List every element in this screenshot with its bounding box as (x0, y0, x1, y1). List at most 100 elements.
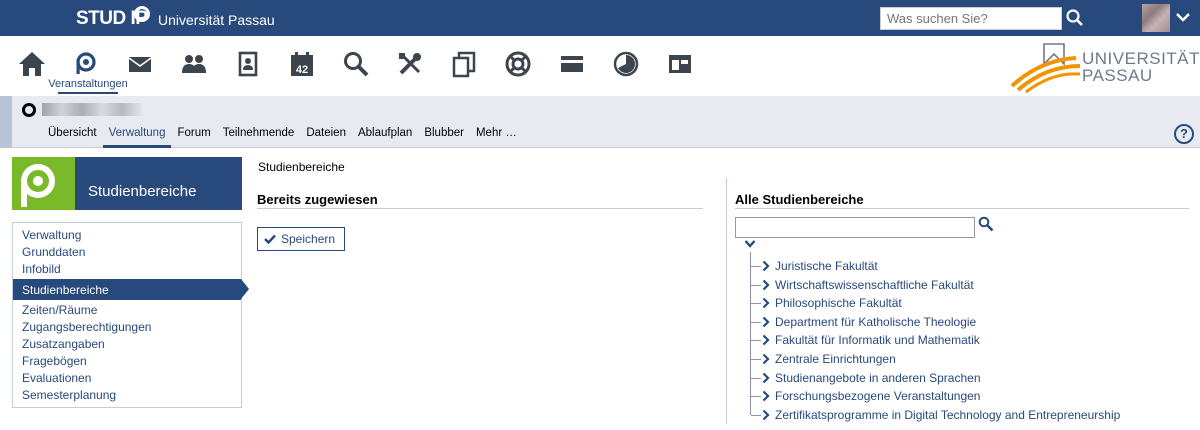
tree-connector (751, 377, 761, 379)
tree-item[interactable]: Studienangebote in anderen Sprachen (751, 369, 1191, 387)
community-icon[interactable] (180, 50, 208, 78)
tree-connector (751, 321, 761, 323)
chevron-right-icon[interactable] (762, 390, 770, 402)
tab-uebersicht[interactable]: Übersicht (42, 126, 103, 148)
tree-connector (751, 284, 761, 286)
chevron-right-icon[interactable] (762, 372, 770, 384)
calendar-day-text: 42 (296, 64, 308, 76)
tree-item[interactable]: Juristische Fakultät (751, 257, 1191, 275)
tab-forum[interactable]: Forum (171, 126, 216, 148)
chevron-right-icon[interactable] (762, 279, 770, 291)
course-title-redacted (42, 103, 142, 116)
sidebar-item-evaluationen[interactable]: Evaluationen (22, 371, 91, 385)
layout-icon[interactable] (666, 50, 694, 78)
tree-item[interactable]: Philosophische Fakultät (751, 294, 1191, 312)
chevron-right-icon[interactable] (762, 297, 770, 309)
main-navigation: 42 Veranstaltungen UNIVERSITÄT PASSAU (0, 36, 1200, 96)
avatar[interactable] (1142, 4, 1170, 32)
tab-mehr[interactable]: Mehr … (470, 126, 523, 148)
calendar-icon[interactable]: 42 (288, 50, 316, 78)
save-button-label: Speichern (281, 232, 336, 246)
tree-connector (751, 266, 761, 267)
profile-icon[interactable] (234, 50, 262, 78)
chevron-down-icon[interactable] (1175, 10, 1191, 24)
sidebar-item-infobild[interactable]: Infobild (22, 262, 61, 276)
sidebar-item-verwaltung[interactable]: Verwaltung (22, 228, 81, 242)
save-button[interactable]: Speichern (257, 227, 345, 251)
home-icon[interactable] (18, 50, 46, 78)
search-icon[interactable] (978, 216, 994, 232)
search-icon[interactable] (1066, 8, 1084, 28)
top-bar: STUD IP Universität Passau (0, 0, 1200, 36)
search-nav-icon[interactable] (342, 50, 370, 78)
page-title: Studienbereiche (258, 160, 345, 174)
chevron-down-icon[interactable] (744, 239, 756, 249)
tab-blubber[interactable]: Blubber (418, 126, 470, 148)
tree-item[interactable]: Fakultät für Informatik und Mathematik (751, 331, 1191, 349)
global-search-input[interactable] (880, 7, 1062, 30)
mail-icon[interactable] (126, 50, 154, 78)
card-icon[interactable] (558, 50, 586, 78)
chevron-right-icon[interactable] (762, 334, 770, 346)
tree-item-label[interactable]: Department für Katholische Theologie (775, 315, 976, 329)
all-section-title: Alle Studienbereiche (735, 192, 864, 207)
university-logo-text: UNIVERSITÄT PASSAU (1082, 49, 1200, 85)
tree-item-label[interactable]: Philosophische Fakultät (775, 296, 902, 310)
tree-connector (751, 303, 761, 305)
studip-ring-icon (21, 164, 55, 207)
sidebar-item-semesterplanung[interactable]: Semesterplanung (22, 388, 116, 402)
tree-connector (751, 414, 761, 416)
tools-icon[interactable] (396, 50, 424, 78)
tree-item[interactable]: Department für Katholische Theologie (751, 313, 1191, 331)
tree-item-label[interactable]: Juristische Fakultät (775, 259, 878, 273)
tree-item-label[interactable]: Wirtschaftswissenschaftliche Fakultät (775, 278, 974, 292)
tree-item-label[interactable]: Zentrale Einrichtungen (775, 352, 896, 366)
pie-icon[interactable] (612, 50, 640, 78)
course-header: Übersicht Verwaltung Forum Teilnehmende … (0, 96, 1200, 148)
divider (735, 208, 1189, 209)
sidebar-item-frageboegen[interactable]: Fragebögen (22, 354, 87, 368)
tree-item[interactable]: Zertifikatsprogramme in Digital Technolo… (751, 406, 1191, 424)
sidebar-item-zusatzangaben[interactable]: Zusatzangaben (22, 337, 105, 351)
university-name: Universität Passau (158, 12, 275, 28)
chevron-right-icon[interactable] (762, 353, 770, 365)
sidebar-title: Studienbereiche (88, 183, 197, 200)
tree-item-label[interactable]: Zertifikatsprogramme in Digital Technolo… (775, 408, 1120, 422)
sidebar-banner-logo (12, 157, 75, 210)
checkmark-icon (264, 234, 276, 244)
tree-item-label[interactable]: Forschungsbezogene Veranstaltungen (775, 389, 980, 403)
tree-search-input[interactable] (735, 217, 975, 238)
sidebar-item-label-active[interactable]: Studienbereiche (22, 283, 109, 297)
column-divider (726, 178, 727, 424)
course-header-stripe (0, 96, 12, 148)
nav-label-courses[interactable]: Veranstaltungen (48, 78, 128, 90)
course-tabs: Übersicht Verwaltung Forum Teilnehmende … (42, 126, 523, 148)
sidebar-item-grunddaten[interactable]: Grunddaten (22, 245, 85, 259)
tab-teilnehmende[interactable]: Teilnehmende (217, 126, 301, 148)
studip-logo-icon (134, 6, 150, 22)
files-icon[interactable] (450, 50, 478, 78)
sidebar-item-zeiten-raeume[interactable]: Zeiten/Räume (22, 303, 97, 317)
nav-active-indicator (58, 92, 118, 94)
chevron-right-icon[interactable] (762, 409, 770, 421)
help-button[interactable]: ? (1174, 124, 1194, 144)
sidebar-banner: Studienbereiche (12, 157, 242, 210)
tree-connector (751, 359, 761, 360)
tree-item[interactable]: Forschungsbezogene Veranstaltungen (751, 387, 1191, 405)
tab-dateien[interactable]: Dateien (300, 126, 352, 148)
courses-icon[interactable] (72, 50, 100, 78)
course-icon (22, 103, 36, 117)
assigned-section-title: Bereits zugewiesen (257, 192, 378, 207)
tree-item[interactable]: Zentrale Einrichtungen (751, 350, 1191, 368)
help-ring-icon[interactable] (504, 50, 532, 78)
sidebar-menu: Verwaltung Grunddaten Infobild Studienbe… (12, 222, 249, 408)
tab-verwaltung[interactable]: Verwaltung (102, 126, 172, 148)
chevron-right-icon[interactable] (762, 316, 770, 328)
chevron-right-icon[interactable] (762, 260, 770, 272)
tab-ablaufplan[interactable]: Ablaufplan (352, 126, 418, 148)
tree-item-label[interactable]: Fakultät für Informatik und Mathematik (775, 333, 980, 347)
sidebar-item-zugangsberechtigungen[interactable]: Zugangsberechtigungen (22, 320, 151, 334)
tree-connector (751, 340, 761, 342)
tree-item[interactable]: Wirtschaftswissenschaftliche Fakultät (751, 276, 1191, 294)
tree-item-label[interactable]: Studienangebote in anderen Sprachen (775, 371, 981, 385)
